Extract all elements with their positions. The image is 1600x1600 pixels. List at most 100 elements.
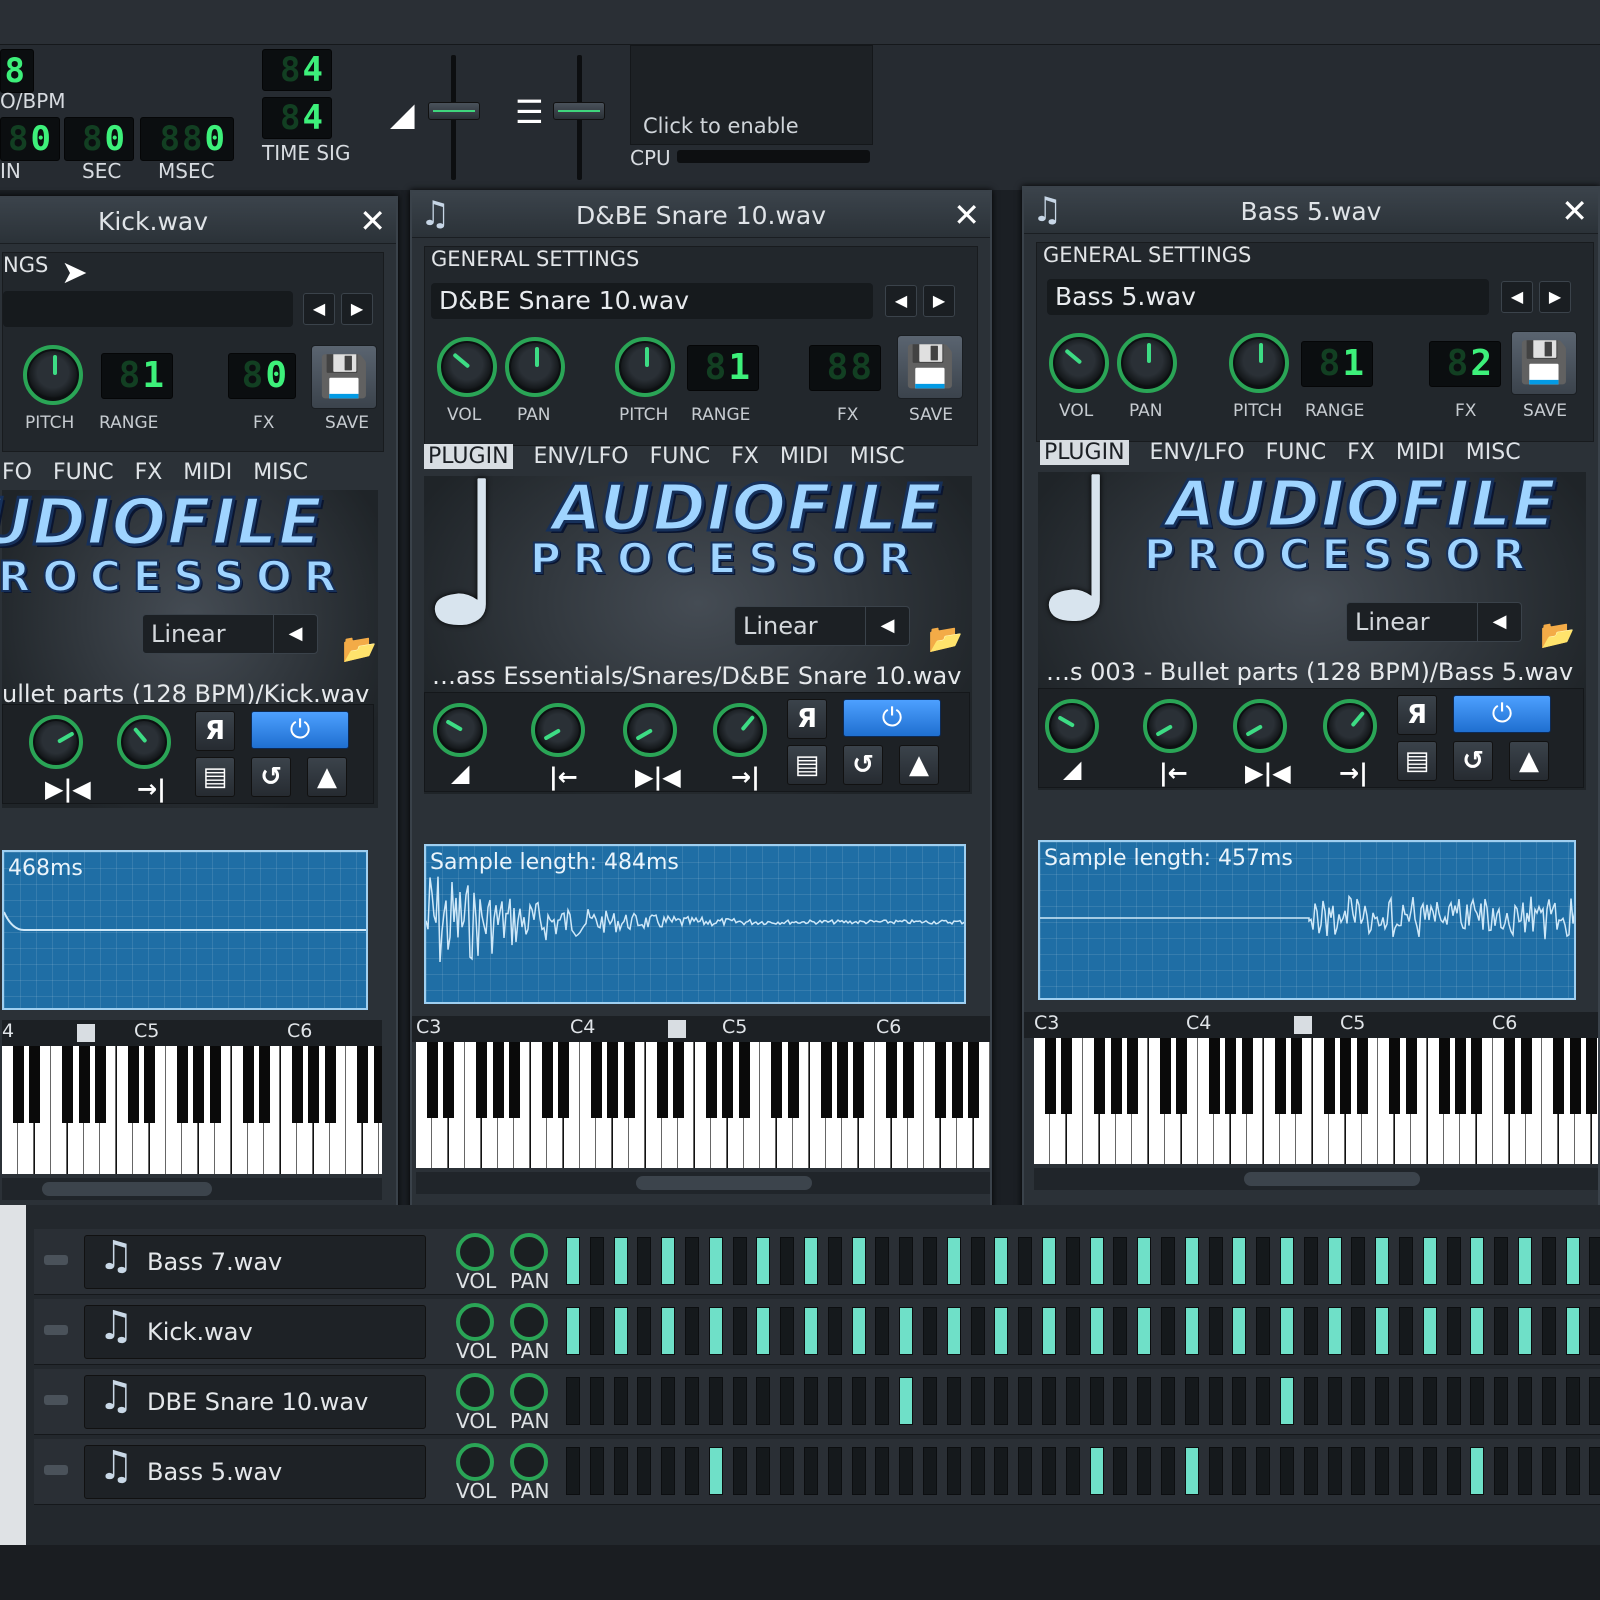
master-volume-fader[interactable] <box>428 102 480 120</box>
track-volume-knob[interactable] <box>456 1303 494 1341</box>
pitch-range-display[interactable]: 81 <box>687 345 759 391</box>
step-button[interactable] <box>708 1447 723 1495</box>
track-volume-knob[interactable] <box>456 1373 494 1411</box>
black-key[interactable] <box>443 1042 455 1118</box>
black-key[interactable] <box>623 1042 635 1118</box>
step-button[interactable] <box>1565 1307 1580 1355</box>
black-key[interactable] <box>1126 1038 1138 1114</box>
base-note-marker[interactable] <box>668 1020 686 1038</box>
step-button[interactable] <box>970 1307 985 1355</box>
black-key[interactable] <box>1094 1038 1106 1114</box>
pitch-range-display[interactable]: 81 <box>1301 341 1373 387</box>
step-button[interactable] <box>923 1307 937 1355</box>
keyboard-scrollbar[interactable] <box>1034 1168 1598 1190</box>
step-button[interactable] <box>613 1377 628 1425</box>
black-key[interactable] <box>1241 1038 1253 1114</box>
tab-fx[interactable]: FX <box>731 444 759 469</box>
tab-misc[interactable]: MISC <box>850 444 905 469</box>
step-button[interactable] <box>1113 1377 1128 1425</box>
black-key[interactable] <box>607 1042 619 1118</box>
step-button[interactable] <box>1280 1377 1294 1425</box>
step-button[interactable] <box>732 1307 747 1355</box>
step-button[interactable] <box>1399 1307 1413 1355</box>
step-button[interactable] <box>1494 1237 1509 1285</box>
step-button[interactable] <box>637 1377 652 1425</box>
step-button[interactable] <box>875 1307 890 1355</box>
step-button[interactable] <box>780 1377 795 1425</box>
step-button[interactable] <box>1327 1307 1342 1355</box>
scrollbar-thumb[interactable] <box>1244 1172 1420 1186</box>
step-button[interactable] <box>1232 1307 1247 1355</box>
step-button[interactable] <box>851 1307 866 1355</box>
step-button[interactable] <box>1232 1377 1247 1425</box>
step-button[interactable] <box>851 1447 866 1495</box>
black-key[interactable] <box>1176 1038 1188 1114</box>
step-button[interactable] <box>899 1447 914 1495</box>
black-key[interactable] <box>787 1042 799 1118</box>
black-key[interactable] <box>886 1042 898 1118</box>
black-key[interactable] <box>1553 1038 1565 1114</box>
step-button[interactable] <box>1565 1447 1580 1495</box>
timesig-denominator[interactable]: 84 <box>262 97 332 139</box>
step-button[interactable] <box>1399 1377 1413 1425</box>
step-button[interactable] <box>1137 1447 1152 1495</box>
end-point-knob[interactable] <box>1323 699 1377 753</box>
step-button[interactable] <box>1422 1237 1437 1285</box>
step-button[interactable] <box>1541 1307 1556 1355</box>
instrument-name-field[interactable]: D&BE Snare 10.wav <box>431 283 873 319</box>
interpolation-select[interactable]: Linear ◀ <box>1346 602 1522 642</box>
track-pan-knob[interactable] <box>510 1373 548 1411</box>
step-button[interactable] <box>1137 1237 1152 1285</box>
piano-keyboard[interactable] <box>416 1042 992 1168</box>
step-button[interactable] <box>970 1447 985 1495</box>
black-key[interactable] <box>1520 1038 1532 1114</box>
fx-channel-display[interactable]: 88 <box>809 345 881 391</box>
loop-button[interactable]: ↺ <box>843 745 883 785</box>
black-key[interactable] <box>308 1046 320 1123</box>
step-button[interactable] <box>732 1377 747 1425</box>
step-button[interactable] <box>946 1237 961 1285</box>
step-button[interactable] <box>1351 1377 1366 1425</box>
white-key[interactable] <box>990 1042 992 1168</box>
step-button[interactable] <box>589 1447 604 1495</box>
step-button[interactable] <box>1327 1377 1342 1425</box>
tab-misc[interactable]: MISC <box>253 460 308 485</box>
step-button[interactable] <box>1089 1237 1104 1285</box>
track-name-button[interactable]: Bass 7.wav <box>84 1235 426 1289</box>
fx-channel-display[interactable]: 80 <box>228 353 296 399</box>
instrument-name-field[interactable]: Bass 5.wav <box>1047 279 1489 315</box>
step-button[interactable] <box>970 1377 985 1425</box>
step-button[interactable] <box>827 1237 842 1285</box>
step-button[interactable] <box>994 1307 1009 1355</box>
pitch-knob[interactable] <box>23 345 83 405</box>
base-note-marker[interactable] <box>1294 1016 1312 1034</box>
prev-preset-button[interactable]: ◀ <box>303 293 335 325</box>
start-point-knob[interactable] <box>1143 699 1197 753</box>
close-icon[interactable]: ✕ <box>359 202 386 240</box>
track-name-button[interactable]: Kick.wav <box>84 1305 426 1359</box>
black-key[interactable] <box>476 1042 488 1118</box>
step-button[interactable] <box>1446 1307 1461 1355</box>
step-button[interactable] <box>1518 1447 1532 1495</box>
step-button[interactable] <box>566 1237 580 1285</box>
step-button[interactable] <box>899 1307 914 1355</box>
step-button[interactable] <box>1470 1377 1485 1425</box>
track-name-button[interactable]: Bass 5.wav <box>84 1445 426 1499</box>
black-key[interactable] <box>324 1046 336 1123</box>
step-button[interactable] <box>780 1237 795 1285</box>
pan-knob[interactable] <box>505 337 565 397</box>
step-button[interactable] <box>1065 1237 1080 1285</box>
waveform-display[interactable]: Sample length: 457ms <box>1038 840 1576 1000</box>
black-key[interactable] <box>62 1046 74 1123</box>
step-button[interactable] <box>637 1307 652 1355</box>
track-pan-knob[interactable] <box>510 1303 548 1341</box>
step-button[interactable] <box>685 1447 699 1495</box>
black-key[interactable] <box>127 1046 139 1123</box>
volume-knob[interactable] <box>437 337 497 397</box>
save-preset-button[interactable]: 💾 <box>1511 331 1577 395</box>
black-key[interactable] <box>357 1046 369 1123</box>
step-button[interactable] <box>1494 1307 1509 1355</box>
step-button[interactable] <box>1184 1237 1199 1285</box>
step-button[interactable] <box>613 1447 628 1495</box>
end-point-knob[interactable] <box>117 715 171 769</box>
